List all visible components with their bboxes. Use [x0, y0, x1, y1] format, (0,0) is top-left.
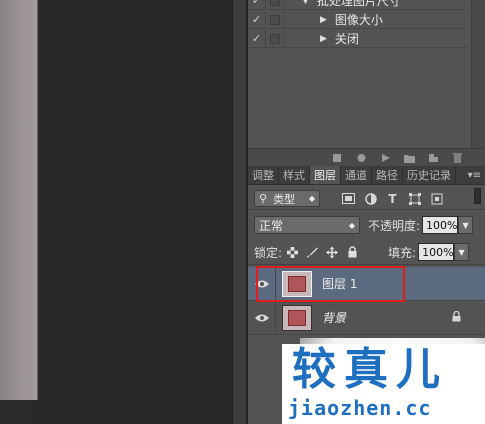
watermark-logo-text: 较真儿 — [292, 344, 448, 395]
lock-label: 锁定: — [254, 245, 283, 260]
tab-styles[interactable]: 样式 — [279, 166, 310, 184]
tab-history[interactable]: 历史记录 — [403, 166, 456, 184]
layer-lock-icon — [452, 310, 461, 325]
filter-icons: T — [342, 192, 443, 206]
divider — [248, 264, 485, 265]
divider — [248, 209, 485, 210]
canvas-document[interactable] — [0, 0, 38, 400]
layer-row-background[interactable]: 背景 — [248, 300, 485, 335]
type-filter-icon[interactable]: T — [386, 192, 399, 206]
watermark-url-text: jiaozhen.cc — [288, 396, 432, 420]
filter-toggle-switch[interactable] — [474, 188, 481, 204]
action-check[interactable]: ✓ — [248, 10, 266, 29]
new-action-icon[interactable] — [428, 152, 439, 163]
action-item-batch-resize[interactable]: ✓ ▼ 批处理图片尺寸 — [248, 0, 468, 10]
adjustment-filter-icon[interactable] — [364, 192, 377, 205]
smart-object-filter-icon[interactable] — [430, 192, 443, 205]
action-item-close[interactable]: ✓ ▶ 关闭 — [248, 29, 468, 48]
stepper-arrows-icon: ◆ — [308, 194, 315, 203]
tab-channels[interactable]: 通道 — [341, 166, 372, 184]
action-label: 图像大小 — [334, 13, 383, 27]
action-dialog-toggle[interactable] — [266, 29, 284, 48]
tab-paths[interactable]: 路径 — [372, 166, 403, 184]
stepper-arrows-icon: ◆ — [348, 220, 355, 230]
action-dialog-toggle[interactable] — [266, 10, 284, 29]
fill-input[interactable]: 100% — [418, 243, 455, 261]
action-label: 批处理图片尺寸 — [316, 0, 401, 8]
opacity-label: 不透明度: — [368, 218, 421, 233]
blend-mode-select[interactable]: 正常 ◆ — [254, 216, 360, 234]
stop-icon[interactable] — [332, 153, 343, 163]
expand-triangle-icon[interactable]: ▶ — [320, 34, 327, 44]
trash-icon[interactable] — [452, 152, 463, 163]
lock-icons — [286, 246, 358, 258]
workspace-background — [38, 0, 232, 424]
visibility-eye-icon[interactable] — [248, 300, 276, 335]
shape-filter-icon[interactable] — [408, 192, 421, 205]
action-item-image-size[interactable]: ✓ ▶ 图像大小 — [248, 10, 468, 29]
actions-toolbar — [248, 148, 485, 166]
search-icon: ⚲ — [259, 192, 268, 205]
action-check[interactable]: ✓ — [248, 0, 266, 10]
filter-kind-select[interactable]: ⚲ 类型 ◆ — [254, 190, 320, 207]
blend-row: 正常 ◆ 不透明度: 100% ▼ — [254, 216, 474, 234]
record-icon[interactable] — [356, 153, 367, 163]
actions-panel: ✓ ▼ 批处理图片尺寸 ✓ ▶ 图像大小 ✓ ▶ 关闭 — [248, 0, 485, 148]
folder-icon[interactable] — [404, 153, 415, 163]
opacity-dropdown-icon[interactable]: ▼ — [458, 216, 474, 234]
action-label: 关闭 — [334, 32, 359, 46]
layer-filter-row: ⚲ 类型 ◆ T — [254, 190, 443, 207]
opacity-input[interactable]: 100% — [422, 216, 459, 234]
fill-label: 填充: — [388, 245, 417, 260]
highlight-annotation-box — [256, 266, 405, 302]
lock-position-icon[interactable] — [326, 246, 339, 258]
actions-scrollbar[interactable] — [471, 0, 485, 148]
lock-row: 锁定: 填充: 100% ▼ — [254, 243, 470, 261]
lock-image-pixels-icon[interactable] — [306, 246, 319, 258]
action-check[interactable]: ✓ — [248, 29, 266, 48]
panel-tabs: 调整 样式 图层 通道 路径 历史记录 ▾≡ — [248, 166, 485, 185]
fill-dropdown-icon[interactable]: ▼ — [454, 243, 470, 261]
blend-mode-value: 正常 — [259, 218, 284, 233]
canvas-bottom-bar — [0, 400, 38, 424]
layer-thumbnail[interactable] — [282, 304, 312, 331]
filter-kind-label: 类型 — [273, 192, 296, 206]
pixel-filter-icon[interactable] — [342, 192, 355, 205]
play-icon[interactable] — [380, 153, 391, 163]
panel-dock-strip[interactable] — [232, 0, 246, 424]
lock-transparent-pixels-icon[interactable] — [286, 246, 298, 258]
tab-layers[interactable]: 图层 — [310, 166, 341, 184]
photoshop-window: ✓ ▼ 批处理图片尺寸 ✓ ▶ 图像大小 ✓ ▶ 关闭 调整 样式 图层 通道 — [0, 0, 485, 424]
panel-menu-icon[interactable]: ▾≡ — [468, 166, 485, 184]
tab-adjustments[interactable]: 调整 — [248, 166, 279, 184]
expand-triangle-icon[interactable]: ▶ — [320, 15, 327, 25]
lock-all-icon[interactable] — [346, 246, 358, 258]
action-dialog-toggle[interactable] — [266, 0, 284, 10]
expand-triangle-icon[interactable]: ▼ — [302, 0, 309, 6]
layer-name[interactable]: 背景 — [322, 309, 346, 326]
